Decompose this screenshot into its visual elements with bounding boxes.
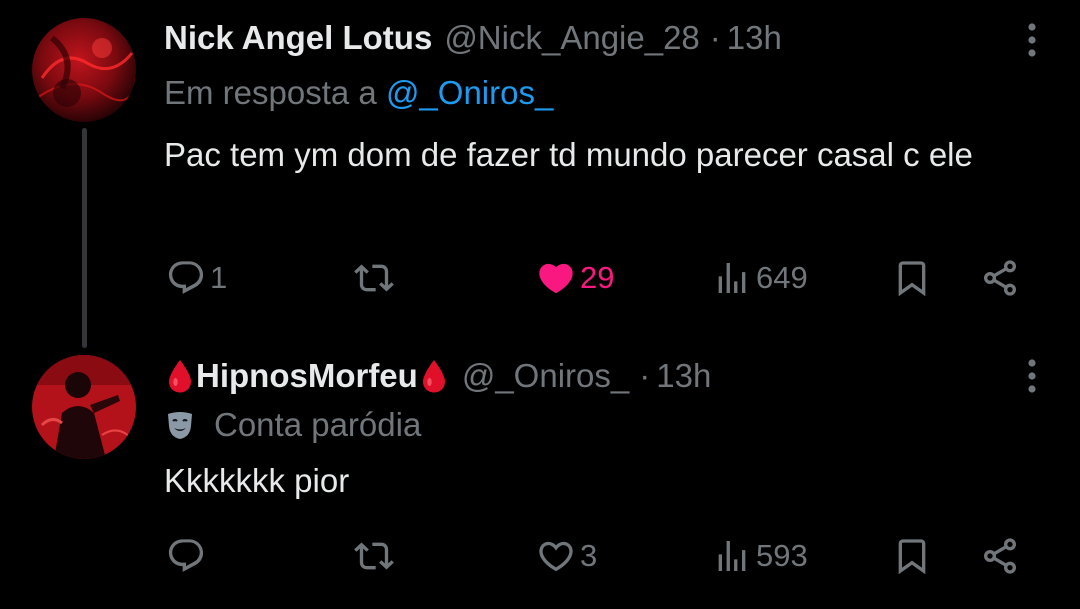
parody-badge: Conta paródia — [164, 403, 421, 447]
tweet-text: Kkkkkkk pior — [164, 462, 350, 499]
views-count: 593 — [756, 538, 808, 573]
red-person-avatar-icon — [32, 355, 136, 459]
retweet-button[interactable] — [354, 531, 398, 581]
views-button[interactable]: 593 — [712, 531, 808, 581]
tweet-item[interactable]: HipnosMorfeu @_Oniros_ · 13h Conta paród… — [0, 335, 1080, 609]
bookmark-icon — [898, 539, 926, 575]
reply-count: 1 — [210, 260, 228, 295]
parody-label: Conta paródia — [214, 406, 422, 443]
share-icon — [984, 260, 1016, 296]
views-chart-icon — [718, 541, 746, 571]
thread-line — [82, 128, 87, 348]
share-button[interactable] — [980, 531, 1020, 581]
tweet-header: HipnosMorfeu @_Oniros_ · 13h — [164, 354, 1000, 398]
avatar[interactable] — [32, 18, 136, 122]
retweet-button[interactable] — [354, 253, 398, 303]
heart-filled-icon — [539, 263, 573, 294]
action-bar: 1 29 649 — [0, 253, 1080, 303]
heart-outline-icon — [539, 541, 573, 572]
tweet-header: Nick Angel Lotus @Nick_Angie_28 · 13h — [164, 16, 1000, 60]
like-count: 29 — [580, 260, 615, 295]
display-name-text: HipnosMorfeu — [196, 357, 418, 394]
tweet-text: Pac tem ym dom de fazer td mundo parecer… — [164, 136, 973, 173]
performing-arts-mask-icon — [164, 409, 196, 441]
display-name[interactable]: HipnosMorfeu — [164, 357, 450, 395]
action-bar: 3 593 — [0, 531, 1080, 581]
separator-dot: · — [709, 19, 721, 56]
red-abstract-avatar-icon — [32, 18, 136, 122]
bookmark-button[interactable] — [892, 253, 932, 303]
share-button[interactable] — [980, 253, 1020, 303]
tweet-item[interactable]: Nick Angel Lotus @Nick_Angie_28 · 13h Em… — [0, 0, 1080, 348]
reply-prefix: Em resposta a — [164, 74, 377, 111]
handle[interactable]: @Nick_Angie_28 — [444, 19, 699, 57]
bookmark-icon — [898, 261, 926, 297]
reply-icon — [168, 261, 204, 294]
bookmark-button[interactable] — [892, 531, 932, 581]
reply-context: Em resposta a @_Oniros_ — [164, 74, 553, 112]
handle[interactable]: @_Oniros_ — [462, 357, 629, 395]
share-icon — [984, 538, 1016, 574]
drop-of-blood-icon — [166, 358, 194, 394]
reply-icon — [168, 539, 204, 572]
views-count: 649 — [756, 260, 808, 295]
separator-dot: · — [639, 357, 651, 394]
mention-link[interactable]: @_Oniros_ — [386, 74, 553, 111]
reply-button[interactable] — [166, 531, 210, 581]
timestamp[interactable]: 13h — [727, 19, 782, 57]
like-button[interactable]: 29 — [536, 253, 614, 303]
more-options-icon[interactable] — [1026, 22, 1038, 58]
like-button[interactable]: 3 — [536, 531, 597, 581]
more-options-icon[interactable] — [1026, 358, 1038, 394]
drop-of-blood-icon — [420, 358, 448, 394]
reply-button[interactable]: 1 — [166, 253, 227, 303]
timestamp[interactable]: 13h — [656, 357, 711, 395]
retweet-icon — [354, 542, 394, 570]
like-count: 3 — [580, 538, 598, 573]
display-name[interactable]: Nick Angel Lotus — [164, 19, 432, 57]
views-button[interactable]: 649 — [712, 253, 808, 303]
avatar[interactable] — [32, 355, 136, 459]
retweet-icon — [354, 264, 394, 292]
views-chart-icon — [718, 263, 746, 293]
